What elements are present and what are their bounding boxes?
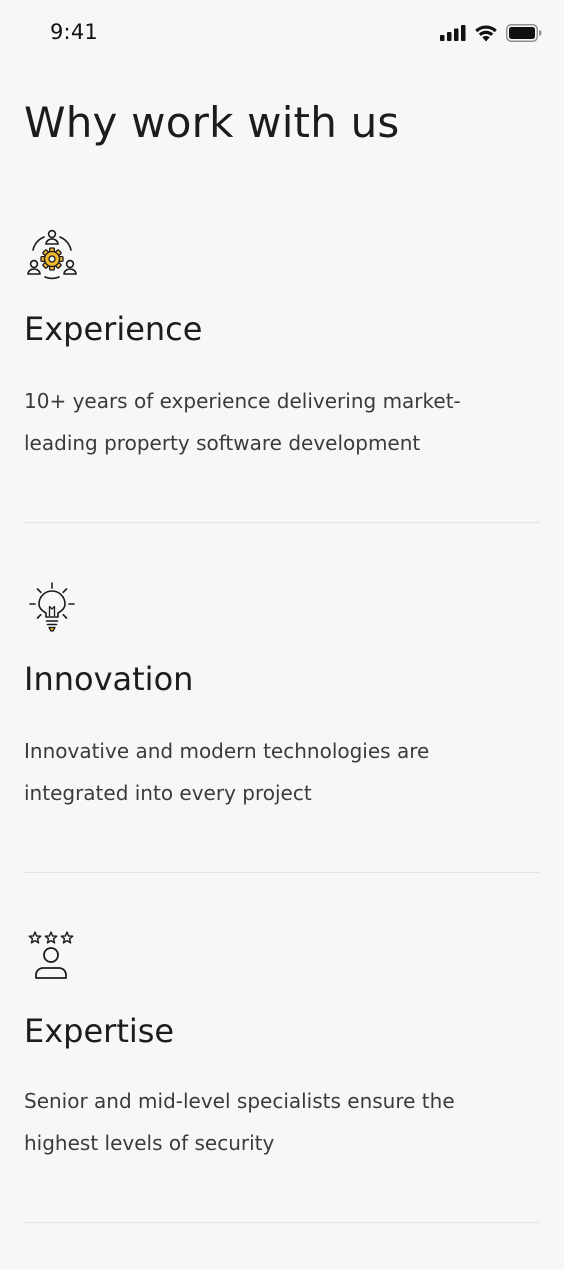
feature-description: Innovative and modern technologies are i… xyxy=(24,739,430,805)
cellular-signal-icon xyxy=(440,25,466,41)
team-gear-icon xyxy=(24,226,80,282)
feature-description: 10+ years of experience delivering marke… xyxy=(24,389,461,455)
feature-title: Innovation xyxy=(24,660,194,698)
feature-description: Senior and mid-level specialists ensure … xyxy=(24,1089,455,1155)
wifi-icon xyxy=(475,25,497,42)
status-time: 9:41 xyxy=(50,20,98,44)
battery-icon xyxy=(506,24,542,42)
status-icons xyxy=(440,24,542,42)
status-bar: 9:41 xyxy=(0,0,564,70)
feature-title: Experience xyxy=(24,310,203,348)
divider xyxy=(24,1222,540,1223)
feature-title: Expertise xyxy=(24,1012,175,1050)
divider xyxy=(24,872,540,873)
page-title: Why work with us xyxy=(24,98,400,147)
lightbulb-icon xyxy=(24,580,80,636)
rated-expert-icon xyxy=(24,928,80,984)
divider xyxy=(24,522,540,523)
